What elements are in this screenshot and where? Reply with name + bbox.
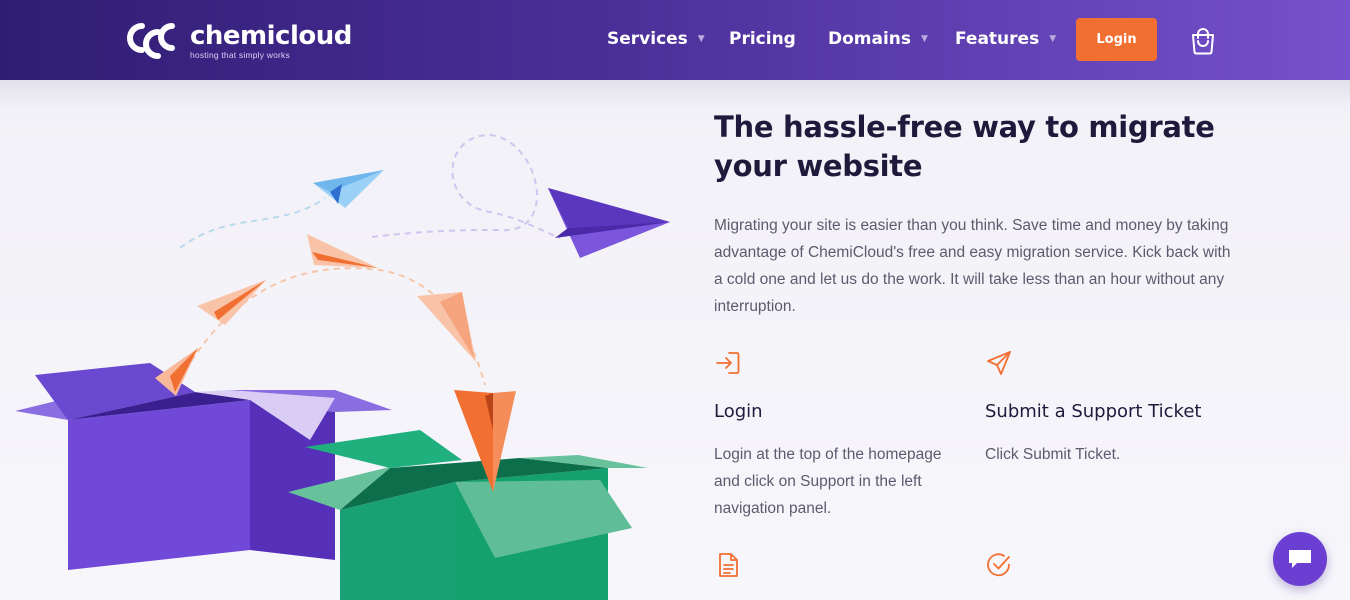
login-arrow-icon [716,352,740,374]
feature-desc-login: Login at the top of the homepage and cli… [714,446,942,517]
migration-illustration [15,133,670,600]
nav-item-label: Services [607,29,688,49]
chevron-down-icon: ▼ [697,34,705,44]
hero-title: The hassle-free way to migrate your webs… [714,110,1215,183]
nav-item-label: Features [955,29,1040,49]
feature-title-login: Login [714,401,763,422]
brand-name: chemicloud [190,20,352,51]
nav-item-label: Pricing [729,29,796,49]
chemicloud-logo-icon [127,23,175,59]
shopping-bag-icon[interactable] [1188,26,1218,56]
nav-item-pricing[interactable]: Pricing [729,28,796,50]
dashed-path-orange [179,267,486,386]
nav-item-label: Domains [828,29,912,49]
live-chat-button[interactable] [1273,532,1327,586]
check-circle-icon [987,553,1010,577]
purple-box [15,363,392,570]
chat-bubble-icon [1289,550,1311,568]
paper-plane-orange-2 [197,280,266,325]
chevron-down-icon: ▼ [1049,34,1057,44]
login-button[interactable]: Login [1076,18,1157,61]
brand-tagline: hosting that simply works [190,49,290,60]
paper-plane-blue [313,170,384,208]
paper-plane-icon [987,351,1011,375]
chevron-down-icon: ▼ [921,34,928,44]
brand-logo[interactable]: chemicloud hosting that simply works [124,18,352,64]
document-icon [719,553,738,577]
paper-plane-orange-3 [307,234,378,268]
dashed-path-loop [371,133,561,239]
paper-plane-purple-large [548,188,670,258]
green-box [288,430,648,600]
nav-item-features[interactable]: Features ▼ [955,28,1056,50]
nav-item-domains[interactable]: Domains ▼ [828,28,928,50]
feature-desc-ticket: Click Submit Ticket. [985,446,1121,463]
nav-item-services[interactable]: Services ▼ [607,28,705,50]
top-navigation-bar: chemicloud hosting that simply works Ser… [0,0,1350,80]
hero-intro: Migrating your site is easier than you t… [714,217,1231,315]
dashed-path-blue [179,197,326,249]
paper-plane-orange-4 [417,292,476,362]
feature-title-ticket: Submit a Support Ticket [985,401,1202,422]
